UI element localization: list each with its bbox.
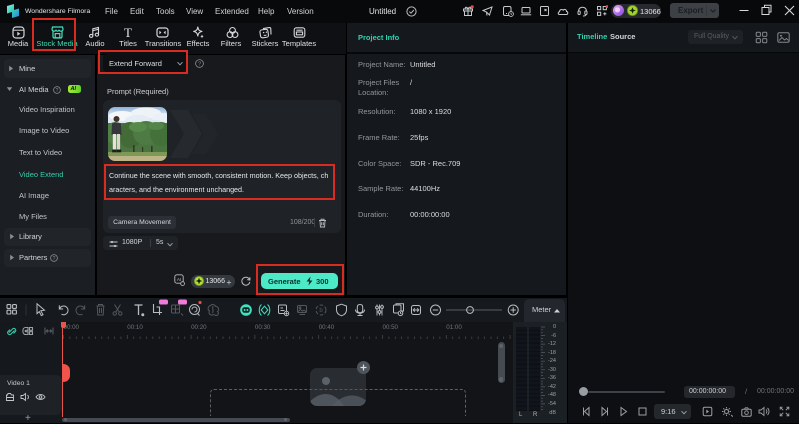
svg-text:b: b xyxy=(319,308,323,314)
svg-text:?: ? xyxy=(56,87,59,93)
svg-text:AI: AI xyxy=(177,277,181,282)
svg-text:?: ? xyxy=(53,255,56,261)
svg-text:?: ? xyxy=(198,61,201,67)
